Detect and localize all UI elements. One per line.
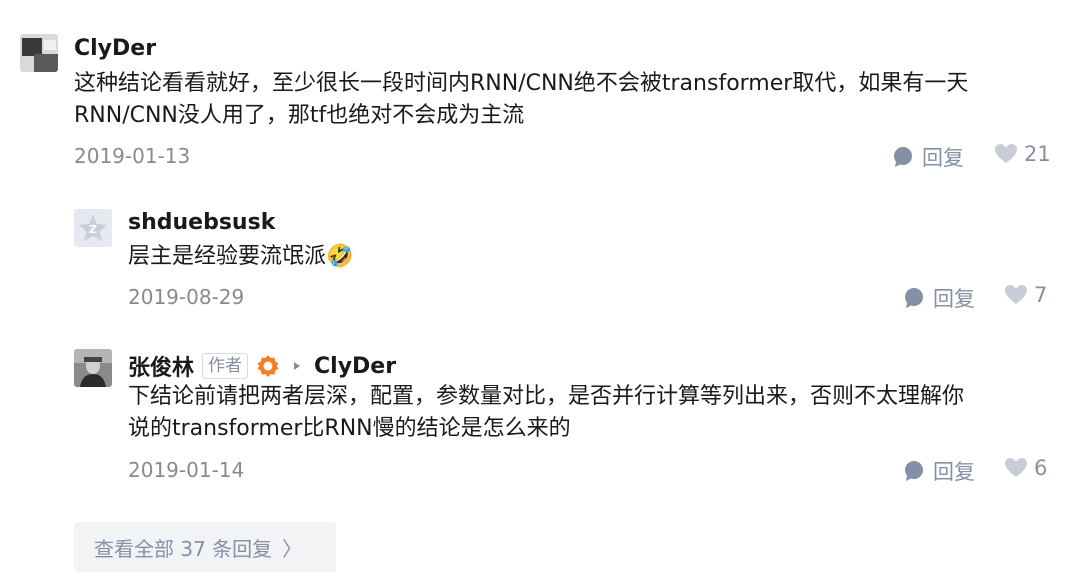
reply-label: 回复 <box>933 460 975 484</box>
avatar[interactable]: Z <box>74 209 112 247</box>
comment-text: 层主是经验要流氓派🤣 <box>128 241 353 273</box>
verified-badge-icon <box>257 355 279 377</box>
comment-date: 2019-01-14 <box>128 458 245 482</box>
like-button[interactable]: 7 <box>1004 283 1047 307</box>
comment-author: 张俊林 作者 ClyDer <box>128 350 396 382</box>
comment-text: 下结论前请把两者层深，配置，参数量对比，是否并行计算等列出来，否则不太理解你 说… <box>128 381 1058 445</box>
view-all-replies-label: 查看全部 37 条回复 <box>94 536 273 561</box>
heart-icon <box>995 144 1017 163</box>
comment-author[interactable]: ClyDer <box>74 36 156 61</box>
like-count: 6 <box>1034 456 1048 480</box>
comment-text-line: 这种结论看看就好，至少很长一段时间内RNN/CNN绝不会被transformer… <box>74 71 969 96</box>
rofl-emoji-icon: 🤣 <box>326 244 354 269</box>
comment-bubble-icon <box>905 461 923 481</box>
like-count: 21 <box>1024 142 1051 166</box>
svg-text:Z: Z <box>89 223 97 236</box>
reply-to-arrow-icon <box>294 362 301 370</box>
reply-button[interactable]: 回复 <box>903 456 975 486</box>
reply-to-author[interactable]: ClyDer <box>314 354 396 379</box>
comment-text-line: 层主是经验要流氓派 <box>128 244 327 269</box>
heart-icon <box>1005 458 1027 477</box>
comment-text: 这种结论看看就好，至少很长一段时间内RNN/CNN绝不会被transformer… <box>74 68 1064 132</box>
reply-label: 回复 <box>922 146 964 170</box>
comment-text-line: RNN/CNN没人用了，那tf也绝对不会成为主流 <box>74 103 525 128</box>
view-all-replies-button[interactable]: 查看全部 37 条回复 〉 <box>74 522 336 572</box>
comment-text-line: 说的transformer比RNN慢的结论是怎么来的 <box>128 416 571 441</box>
comment-author[interactable]: shduebsusk <box>128 210 275 235</box>
reply-button[interactable]: 回复 <box>903 283 975 313</box>
like-count: 7 <box>1034 283 1048 307</box>
author-name[interactable]: 张俊林 <box>128 350 194 382</box>
reply-button[interactable]: 回复 <box>892 142 964 172</box>
like-button[interactable]: 21 <box>994 142 1051 166</box>
comment-bubble-icon <box>894 147 912 167</box>
like-button[interactable]: 6 <box>1004 456 1047 480</box>
comment-date: 2019-01-13 <box>74 144 191 168</box>
default-avatar-icon: Z <box>74 209 112 247</box>
avatar[interactable] <box>74 349 112 387</box>
reply-label: 回复 <box>933 287 975 311</box>
chevron-right-icon: 〉 <box>282 536 303 561</box>
avatar[interactable] <box>20 34 58 72</box>
comment-text-line: 下结论前请把两者层深，配置，参数量对比，是否并行计算等列出来，否则不太理解你 <box>128 384 965 409</box>
heart-icon <box>1005 285 1027 304</box>
comment-date: 2019-08-29 <box>128 285 245 309</box>
comment-bubble-icon <box>905 288 923 308</box>
author-badge: 作者 <box>202 353 249 379</box>
